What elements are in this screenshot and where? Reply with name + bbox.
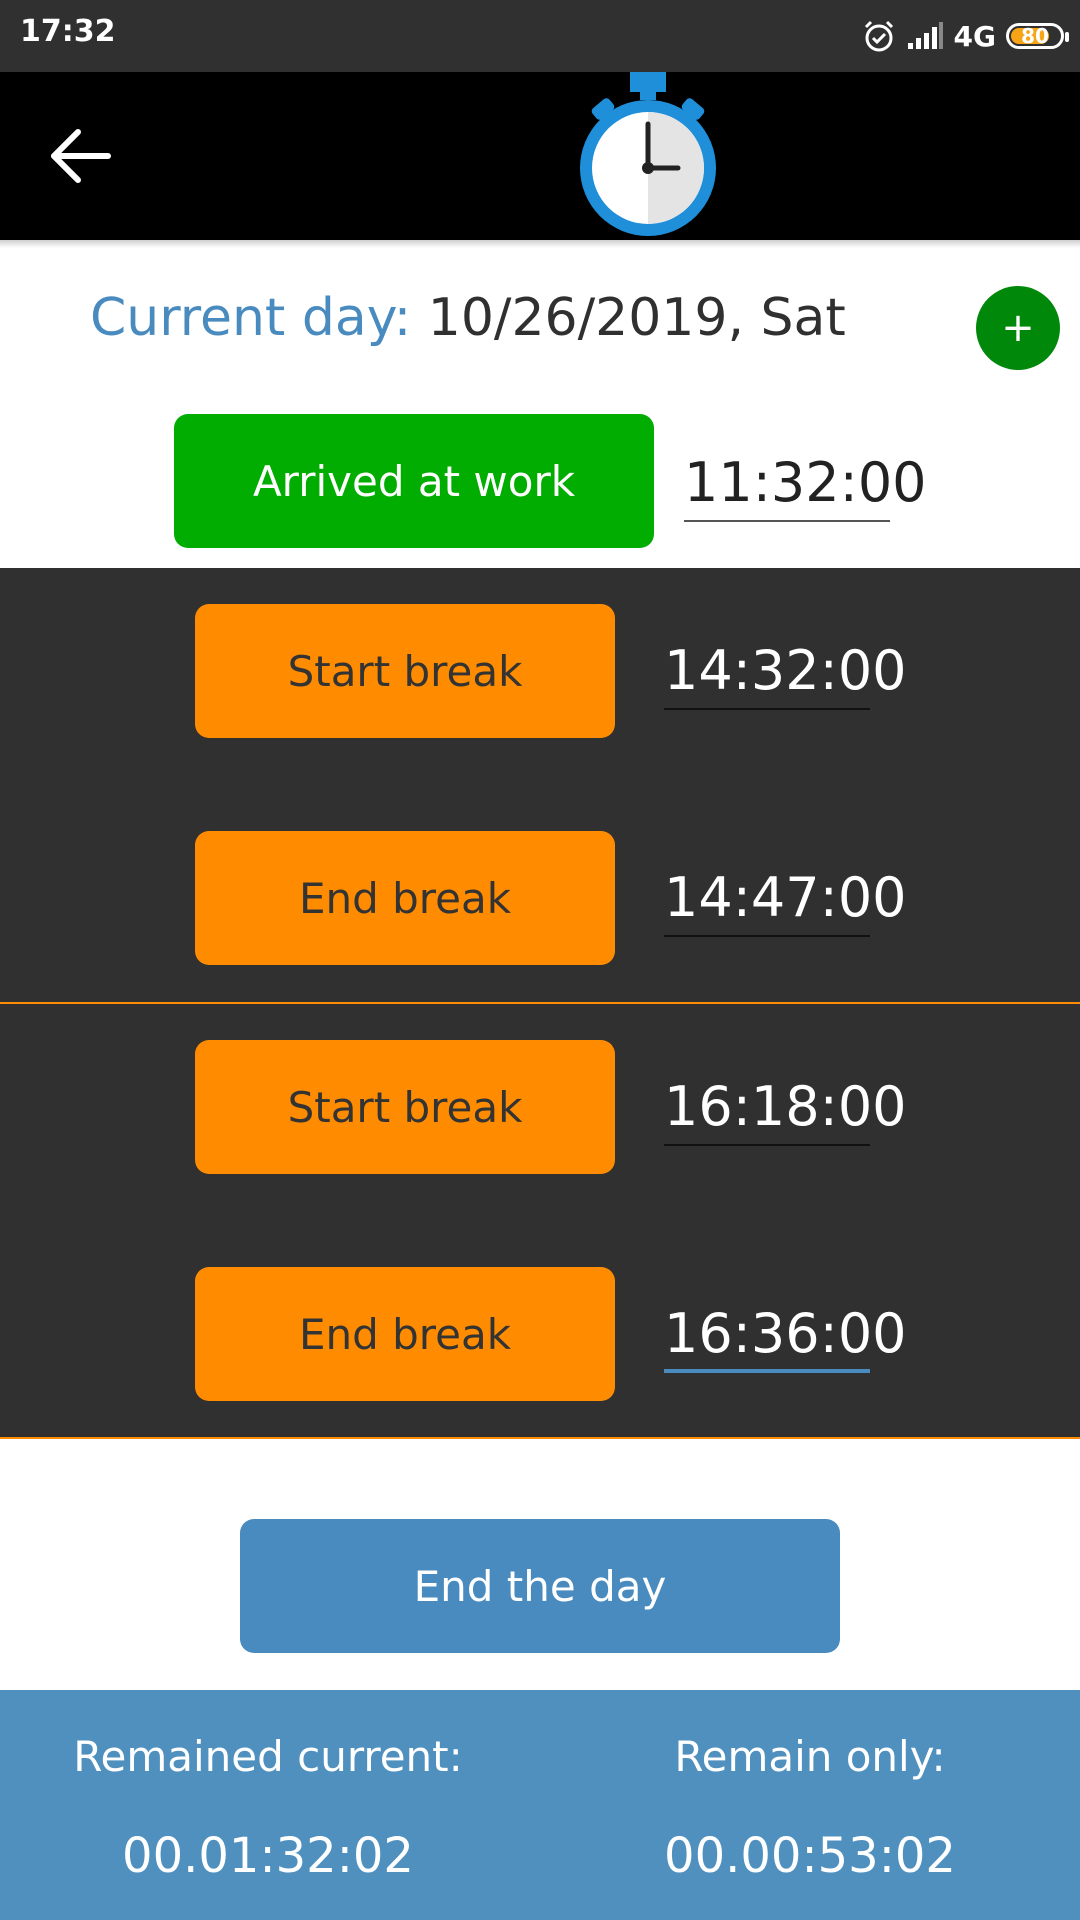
current-day-label: Current day: <box>90 288 412 348</box>
summary-footer: Remained current: 00.01:32:02 Remain onl… <box>0 1690 1080 1920</box>
stopwatch-icon <box>578 72 718 240</box>
break-end-time-field[interactable]: 14:47:00 <box>664 863 907 937</box>
end-break-button[interactable]: End break <box>195 1267 615 1401</box>
remained-current-value: 00.01:32:02 <box>122 1828 414 1884</box>
app-bar <box>0 72 1080 240</box>
add-button[interactable]: + <box>976 286 1060 370</box>
status-time: 17:32 <box>20 14 116 49</box>
status-bar: 17:32 4G 80 <box>0 0 1080 72</box>
break-separator <box>0 1002 1080 1004</box>
start-break-button[interactable]: Start break <box>195 604 615 738</box>
signal-icon <box>907 22 943 49</box>
battery-tip <box>1065 32 1069 42</box>
current-day-value: 10/26/2019, Sat <box>427 288 846 348</box>
alarm-icon <box>864 20 893 52</box>
end-break-button[interactable]: End break <box>195 831 615 965</box>
battery-level: 80 <box>1021 24 1049 48</box>
break-separator <box>0 1437 1080 1439</box>
end-the-day-button[interactable]: End the day <box>240 1519 840 1653</box>
battery-icon: 80 <box>1006 23 1069 49</box>
breaks-section: Start break 14:32:00 End break 14:47:00 … <box>0 568 1080 1439</box>
back-button[interactable] <box>46 126 116 186</box>
break-end-time-field[interactable]: 16:36:00 <box>664 1299 907 1373</box>
arrived-at-work-button[interactable]: Arrived at work <box>174 414 654 548</box>
status-icons: 4G 80 <box>862 16 1069 56</box>
arrival-time-field[interactable]: 11:32:00 <box>684 448 927 522</box>
current-day: Current day: 10/26/2019, Sat <box>90 288 846 348</box>
break-start-time-field[interactable]: 16:18:00 <box>664 1072 907 1146</box>
remained-current-label: Remained current: <box>73 1732 463 1781</box>
arrow-left-icon <box>51 129 111 183</box>
app-bar-shadow <box>0 240 1080 248</box>
start-break-button[interactable]: Start break <box>195 1040 615 1174</box>
remain-only-value: 00.00:53:02 <box>664 1828 956 1884</box>
remain-only-label: Remain only: <box>674 1732 946 1781</box>
break-start-time-field[interactable]: 14:32:00 <box>664 636 907 710</box>
network-type: 4G <box>953 19 996 53</box>
